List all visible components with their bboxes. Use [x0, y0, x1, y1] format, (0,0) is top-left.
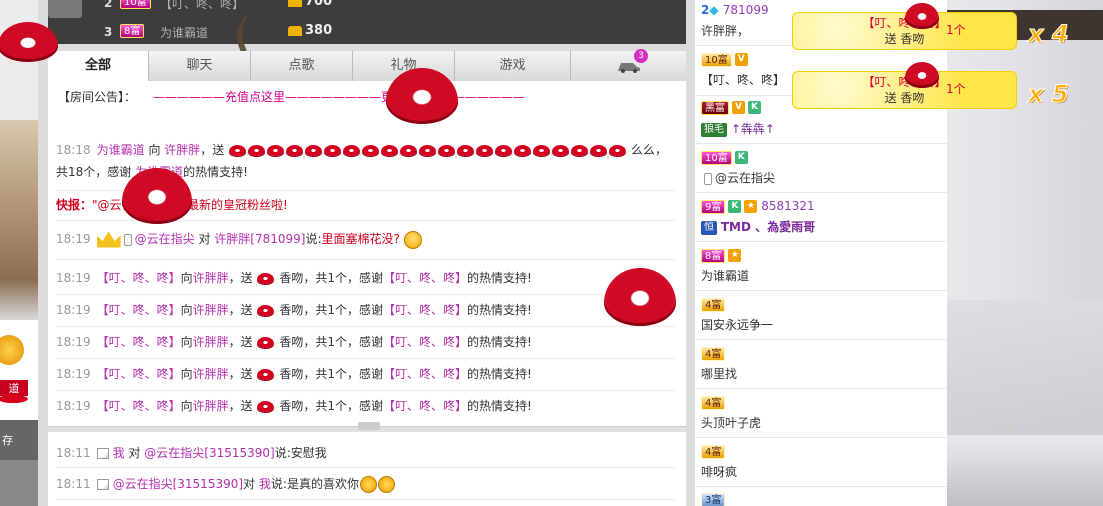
- wealth-level-badge: 10富: [701, 52, 732, 67]
- vip-icon: V: [732, 101, 745, 114]
- ranking-name: 【叮、咚、咚】: [160, 0, 245, 11]
- k-icon: K: [734, 151, 748, 164]
- kiss-icon: [257, 273, 275, 284]
- star-icon: ★: [744, 200, 758, 213]
- wealth-level-badge: 4富: [701, 395, 726, 410]
- kiss-icon: [257, 401, 275, 412]
- lips-icon: [905, 3, 939, 29]
- private-message: 18:11 @云在指尖[31515390]对 我说:是真的喜欢你: [56, 470, 676, 500]
- gift-message: 18:19 【叮、咚、咚】向许胖胖，送 香吻，共1个，感谢【叮、咚、咚】的热情支持…: [56, 359, 676, 391]
- wealth-level-badge: 4富: [701, 444, 726, 459]
- ranking-score: 380: [288, 23, 332, 38]
- rank-number: 2: [104, 0, 113, 10]
- public-chat-area: 【房间公告】： ——————充值点这里————————更多爱情———————— …: [48, 81, 686, 426]
- image-icon: [96, 479, 109, 490]
- wealth-level-badge: 黑富: [701, 100, 729, 115]
- wealth-level-badge: 4富: [701, 346, 726, 361]
- trophy-icon: [288, 25, 302, 36]
- splitter-handle-icon[interactable]: [358, 422, 380, 430]
- kiss-icon-row: [228, 143, 627, 157]
- star-icon: ★: [728, 249, 742, 262]
- kiss-icon: [257, 337, 275, 348]
- wealth-level-badge: 3富: [701, 492, 726, 506]
- vip-icon: V: [734, 53, 748, 66]
- gift-multiplier: x 4: [1028, 20, 1070, 49]
- image-icon: [96, 448, 109, 459]
- list-item[interactable]: 4富 头顶叶子虎: [695, 389, 947, 438]
- gift-message: 18:19 【叮、咚、咚】向许胖胖，送 香吻，共1个，感谢【叮、咚、咚】的热情支持…: [56, 399, 532, 413]
- message-target[interactable]: 许胖胖: [164, 143, 200, 157]
- left-video-thumbnail: [0, 120, 38, 320]
- gift-message: 18:19 【叮、咚、咚】向许胖胖，送 香吻，共1个，感谢【叮、咚、咚】的热情支持…: [56, 327, 676, 359]
- list-item[interactable]: 10富 K @云在指尖: [695, 144, 947, 193]
- wealth-level-badge: 10富: [701, 150, 732, 165]
- diamond-icon: ◆: [709, 3, 719, 17]
- heart-eyes-emoji-icon: [359, 476, 377, 493]
- wealth-level-badge: 4富: [701, 297, 726, 312]
- announcement-link[interactable]: ——————充值点这里————————更多爱情————————: [153, 88, 543, 105]
- list-item[interactable]: 4富 啡呀疯: [695, 438, 947, 487]
- list-item[interactable]: 4富 国安永远争一: [695, 291, 947, 340]
- ranking-row[interactable]: 3 8富 为谁霸道 380: [48, 21, 686, 43]
- fan-ranking-panel: 2 10富 【叮、咚、咚】 700 3 8富 为谁霸道 380: [48, 0, 686, 44]
- avatar[interactable]: [48, 0, 82, 18]
- ranking-name: 为谁霸道: [160, 26, 209, 40]
- ranking-score: 700: [288, 0, 332, 9]
- announcement-label: 【房间公告】：: [58, 90, 137, 104]
- wealth-level-badge: 10富: [120, 0, 151, 9]
- left-side-panel: 道 存: [0, 0, 38, 506]
- medal-label: 道: [0, 380, 28, 396]
- wealth-level-badge: 9富: [701, 199, 726, 214]
- tab-songs[interactable]: 点歌: [251, 51, 353, 81]
- private-chat-area: 18:11 我 对 @云在指尖[31515390]说:安慰我 18:11 @云在指尖…: [48, 432, 686, 506]
- mobile-icon: [704, 172, 712, 185]
- k-icon: K: [748, 101, 761, 114]
- chat-message: 18:19 @云在指尖 对 许胖胖[781099]说:里面塞棉花没?: [56, 226, 676, 260]
- wealth-level-badge: 8富: [701, 248, 726, 263]
- save-button[interactable]: 存: [0, 420, 38, 460]
- gift-banner-count: 1个: [946, 23, 966, 37]
- left-panel-footer: [0, 460, 38, 506]
- lips-icon: [905, 62, 939, 88]
- list-item[interactable]: 3富: [695, 487, 947, 506]
- list-item[interactable]: 4富 哪里找: [695, 340, 947, 389]
- private-message: 18:11 我 对 @云在指尖[31515390]说:安慰我: [56, 440, 676, 468]
- rank-number: 3: [104, 25, 113, 39]
- tab-all[interactable]: 全部: [48, 51, 149, 81]
- room-floor: [947, 435, 1103, 506]
- message-time: 18:18: [56, 143, 91, 157]
- room-announcement: 【房间公告】： ——————充值点这里————————更多爱情————————: [58, 88, 525, 105]
- smile-emoji-icon: [403, 230, 422, 249]
- list-item[interactable]: 8富 ★ 为谁霸道: [695, 242, 947, 291]
- tab-vehicles[interactable]: [571, 51, 686, 81]
- k-icon: K: [728, 200, 742, 213]
- heart-eyes-emoji-icon: [377, 476, 395, 493]
- gift-message: 18:19 【叮、咚、咚】向许胖胖，送 香吻，共1个，感谢【叮、咚、咚】的热情支持…: [56, 295, 676, 327]
- chat-tabs: 全部 聊天 点歌 礼物 游戏 3: [48, 49, 686, 81]
- message-sender[interactable]: 为谁霸道: [97, 143, 145, 157]
- crown-icon: [96, 231, 121, 248]
- gift-multiplier: x 5: [1028, 80, 1070, 109]
- list-item[interactable]: 9富 K ★ 8581321 恒 TMD 、為愛雨哥: [695, 193, 947, 242]
- ranking-row[interactable]: 2 10富 【叮、咚、咚】 700: [48, 0, 686, 14]
- kiss-icon: [257, 305, 275, 316]
- gift-message: 18:19 【叮、咚、咚】向许胖胖，送 香吻，共1个，感谢【叮、咚、咚】的热情支持…: [56, 263, 676, 295]
- trophy-icon: [288, 0, 302, 7]
- guard-badge: 恒: [701, 220, 717, 235]
- kiss-icon: [257, 369, 275, 380]
- notification-badge: 3: [634, 49, 648, 63]
- tab-games[interactable]: 游戏: [455, 51, 571, 81]
- gift-banner-count: 1个: [946, 82, 966, 96]
- wealth-level-badge: 8富: [120, 24, 145, 38]
- tab-chat[interactable]: 聊天: [149, 51, 251, 81]
- mobile-icon: [123, 233, 132, 246]
- guard-badge: 狼毛: [701, 122, 727, 137]
